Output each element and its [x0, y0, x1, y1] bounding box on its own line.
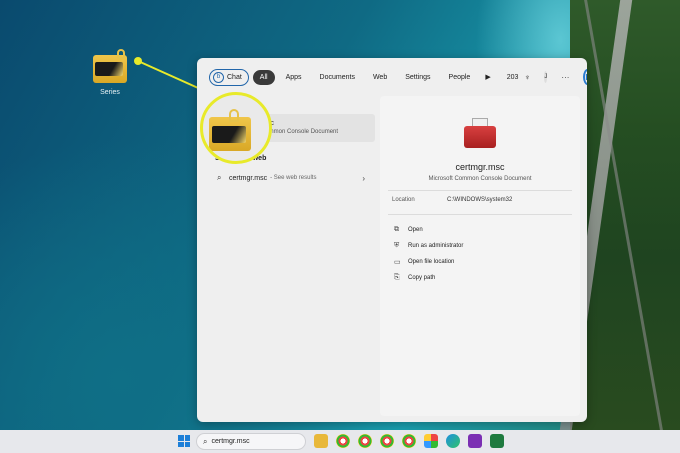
- lock-icon: [229, 109, 239, 122]
- tab-all[interactable]: All: [252, 69, 275, 85]
- shield-icon: ⛨: [394, 242, 400, 249]
- action-label: Copy path: [408, 275, 436, 281]
- action-label: Run as administrator: [408, 243, 464, 249]
- action-run-as-admin[interactable]: ⛨ Run as administrator: [394, 242, 463, 250]
- action-label: Open: [408, 227, 423, 233]
- copy-icon: ⎘: [394, 274, 400, 281]
- desktop-folder-series[interactable]: Series: [88, 49, 132, 96]
- best-match-subtitle: Common Console Document: [261, 129, 339, 135]
- web-suffix: - See web results: [270, 175, 317, 181]
- search-icon: ⌕: [217, 173, 222, 182]
- rewards-points[interactable]: 203: [507, 74, 519, 81]
- onenote-icon[interactable]: [468, 434, 482, 448]
- action-label: Open file location: [408, 259, 455, 265]
- edge-icon[interactable]: [446, 434, 460, 448]
- tab-web[interactable]: Web: [366, 70, 394, 85]
- tab-documents[interactable]: Documents: [313, 70, 362, 85]
- bing-icon[interactable]: b: [583, 69, 587, 85]
- chrome-icon[interactable]: [358, 434, 372, 448]
- tab-chat[interactable]: b Chat: [209, 68, 249, 86]
- folder-icon: [93, 49, 127, 83]
- taskbar: ⌕ certmgr.msc: [0, 430, 680, 453]
- web-result-row[interactable]: ⌕ certmgr.msc - See web results ›: [217, 171, 367, 185]
- chrome-icon[interactable]: [336, 434, 350, 448]
- action-open[interactable]: ⧉ Open: [394, 226, 423, 234]
- tab-apps[interactable]: Apps: [279, 70, 309, 85]
- detail-pane: certmgr.msc Microsoft Common Console Doc…: [380, 96, 580, 416]
- slack-icon[interactable]: [424, 434, 438, 448]
- desktop-icon-label: Series: [100, 89, 120, 96]
- tab-people[interactable]: People: [442, 70, 478, 85]
- chrome-icon[interactable]: [380, 434, 394, 448]
- location-label: Location: [392, 197, 415, 203]
- start-button[interactable]: [178, 435, 190, 447]
- tab-settings[interactable]: Settings: [398, 70, 437, 85]
- action-copy-path[interactable]: ⎘ Copy path: [394, 274, 435, 282]
- folder-icon: [209, 117, 251, 151]
- chevron-right-icon: ›: [362, 173, 365, 183]
- search-filter-bar: b Chat All Apps Documents Web Settings P…: [197, 58, 587, 96]
- lock-icon: [117, 49, 125, 59]
- location-value: C:\WINDOWS\system32: [447, 197, 513, 203]
- zoom-highlight-circle: [200, 92, 272, 164]
- trophy-icon: ♆: [524, 72, 531, 82]
- divider: [388, 214, 572, 215]
- web-query: certmgr.msc: [229, 174, 268, 182]
- tab-label: Chat: [227, 73, 242, 81]
- app-type: Microsoft Common Console Document: [428, 176, 532, 182]
- folder-icon: ▭: [394, 259, 401, 266]
- more-options-button[interactable]: ···: [561, 73, 569, 82]
- open-external-icon: ⧉: [394, 226, 399, 233]
- excel-icon[interactable]: [490, 434, 504, 448]
- app-name: certmgr.msc: [455, 162, 505, 172]
- file-explorer-icon[interactable]: [314, 434, 328, 448]
- divider: [388, 190, 572, 191]
- play-icon[interactable]: ▶: [485, 73, 490, 81]
- avatar[interactable]: J: [544, 71, 548, 83]
- taskbar-search-text: certmgr.msc: [211, 438, 250, 445]
- search-icon: ⌕: [203, 436, 208, 446]
- taskbar-search-box[interactable]: ⌕ certmgr.msc: [196, 433, 306, 450]
- action-open-file-location[interactable]: ▭ Open file location: [394, 258, 454, 266]
- toolbox-icon: [462, 118, 498, 150]
- bing-chat-icon: b: [213, 71, 224, 83]
- chrome-icon[interactable]: [402, 434, 416, 448]
